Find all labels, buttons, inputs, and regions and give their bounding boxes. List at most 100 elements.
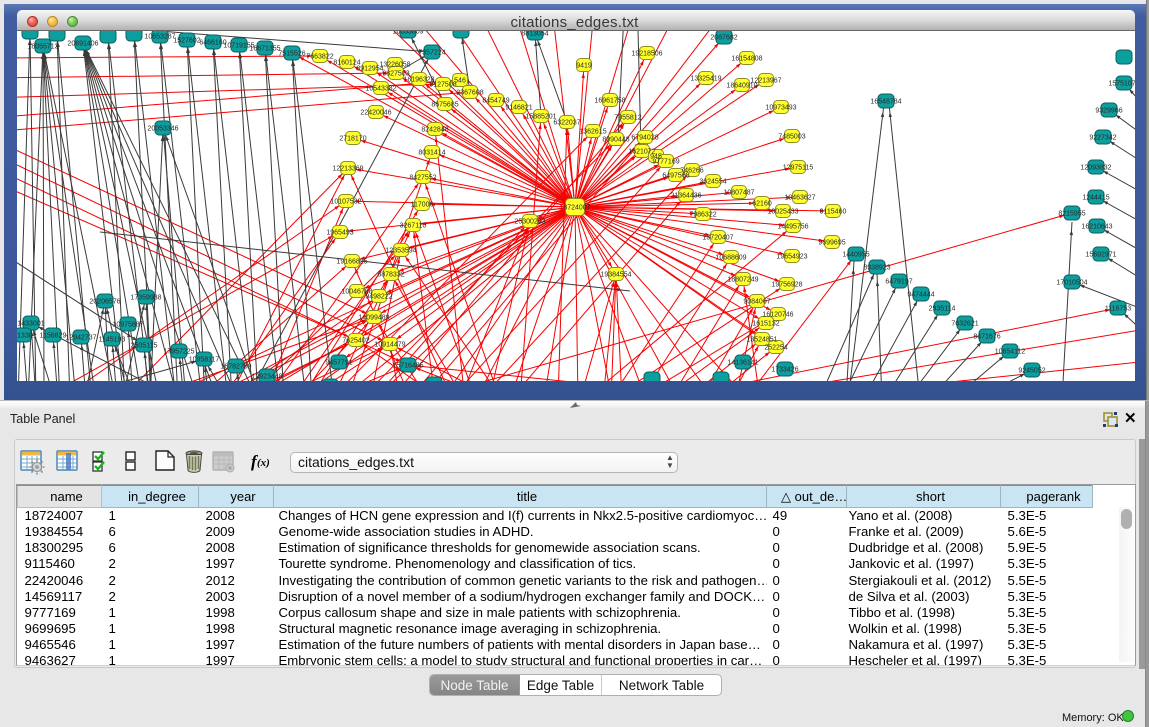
svg-text:10653287: 10653287 [144,34,175,41]
svg-text:(x): (x) [257,457,270,469]
svg-text:19756928: 19756928 [771,282,802,289]
svg-text:15885201: 15885201 [525,114,556,121]
svg-text:12093832: 12093832 [1080,165,1111,172]
svg-text:12213967: 12213967 [750,78,781,85]
svg-text:10688609: 10688609 [715,255,746,262]
svg-text:15692971: 15692971 [1085,252,1116,259]
svg-text:20691406: 20691406 [67,41,98,48]
svg-text:2087682: 2087682 [710,35,737,42]
svg-text:7986322: 7986322 [689,212,716,219]
svg-text:20206576: 20206576 [89,299,120,306]
svg-text:9474444: 9474444 [907,292,934,299]
svg-text:10973493: 10973493 [765,105,796,112]
svg-text:10543382: 10543382 [365,86,396,93]
svg-text:1156829: 1156829 [40,333,67,340]
svg-text:252254: 252254 [764,345,787,352]
svg-text:7357224: 7357224 [418,50,445,57]
svg-text:10463627: 10463627 [784,195,815,202]
svg-text:21364436: 21364436 [670,193,701,200]
svg-text:15751074: 15751074 [1108,81,1135,88]
svg-text:1965493: 1965493 [326,230,353,237]
svg-text:9227342: 9227342 [1089,135,1116,142]
svg-text:9699695: 9699695 [818,240,845,247]
svg-text:16120746: 16120746 [762,312,793,319]
svg-text:1615132: 1615132 [752,321,779,328]
svg-text:1733426: 1733426 [771,367,798,374]
svg-text:9329966: 9329966 [1095,108,1122,115]
svg-text:8471676: 8471676 [973,334,1000,341]
svg-text:7515526: 7515526 [278,51,305,58]
svg-text:8427552: 8427552 [409,175,436,182]
svg-text:8454749: 8454749 [482,98,509,105]
svg-text:7485003: 7485003 [778,134,805,141]
svg-text:16671355: 16671355 [249,46,280,53]
svg-text:19218506: 19218506 [631,51,662,58]
svg-text:1145193: 1145193 [99,337,126,344]
svg-text:10107532: 10107532 [330,199,361,206]
svg-text:10025433: 10025433 [767,209,798,216]
svg-text:19384554: 19384554 [600,272,631,279]
svg-text:7632621: 7632621 [951,321,978,328]
svg-text:8031414: 8031414 [418,150,445,157]
svg-text:10975887: 10975887 [112,322,143,329]
svg-text:117006: 117006 [411,202,434,209]
svg-text:19166825: 19166825 [336,259,367,266]
svg-text:12975115: 12975115 [783,165,814,172]
svg-text:16548784: 16548784 [870,99,901,106]
svg-text:17359938: 17359938 [130,295,161,302]
svg-text:20053346: 20053346 [147,126,178,133]
svg-text:9127508: 9127508 [429,82,456,89]
svg-text:9245052: 9245052 [1018,368,1045,375]
svg-text:2718170: 2718170 [339,136,366,143]
svg-text:2935114: 2935114 [929,306,956,313]
svg-text:12923448: 12923448 [251,374,282,381]
svg-text:12353594: 12353594 [385,248,416,255]
svg-text:9777169: 9777169 [652,159,679,166]
svg-text:10958117: 10958117 [189,357,220,364]
svg-text:13325419: 13325419 [690,76,721,83]
svg-text:1440955: 1440955 [842,252,869,259]
svg-text:25300203: 25300203 [514,219,545,226]
svg-text:14099489: 14099489 [358,315,389,322]
svg-text:1433001: 1433001 [17,321,44,328]
svg-text:3624554: 3624554 [699,179,726,186]
svg-text:17010504: 17010504 [1056,280,1087,287]
svg-text:9457791: 9457791 [325,360,352,367]
svg-text:13524851: 13524851 [746,337,777,344]
svg-text:546: 546 [454,78,466,85]
svg-text:16961758: 16961758 [594,98,625,105]
svg-text:18807249: 18807249 [727,277,758,284]
svg-text:2505115: 2505115 [131,343,158,350]
svg-text:3267110: 3267110 [400,223,427,230]
svg-text:7663822: 7663822 [306,54,333,61]
svg-text:9146821: 9146821 [505,105,532,112]
svg-text:6479197: 6479197 [885,279,912,286]
svg-text:22420046: 22420046 [360,110,391,117]
svg-text:6794028: 6794028 [631,135,658,142]
svg-text:9419: 9419 [576,63,592,70]
svg-text:16154808: 16154808 [731,56,762,63]
svg-text:14495756: 14495756 [777,224,808,231]
svg-text:13226058: 13226058 [379,62,410,69]
svg-text:18724007: 18724007 [559,205,590,212]
svg-text:8990448: 8990448 [602,137,629,144]
svg-text:8242848: 8242848 [421,127,448,134]
svg-text:14136141: 14136141 [727,360,758,367]
svg-text:6497568: 6497568 [662,173,689,180]
svg-text:15716485: 15716485 [392,363,423,370]
svg-text:16782759: 16782759 [220,364,251,371]
svg-text:2367608: 2367608 [456,90,483,97]
svg-text:9084067: 9084067 [743,299,770,306]
svg-text:9498222: 9498222 [365,294,392,301]
svg-text:12213369: 12213369 [332,166,363,173]
svg-text:16210643: 16210643 [1081,224,1112,231]
svg-text:15720407: 15720407 [702,235,733,242]
svg-text:8878332: 8878332 [377,272,404,279]
svg-text:6322037: 6322037 [553,120,580,127]
svg-text:10914479: 10914479 [374,342,405,349]
svg-text:8215955: 8215955 [1058,211,1085,218]
svg-text:8813054: 8813054 [521,31,548,38]
svg-text:16033809: 16033809 [392,31,423,36]
svg-text:7625402: 7625402 [342,338,369,345]
svg-text:8938923: 8938923 [863,265,890,272]
